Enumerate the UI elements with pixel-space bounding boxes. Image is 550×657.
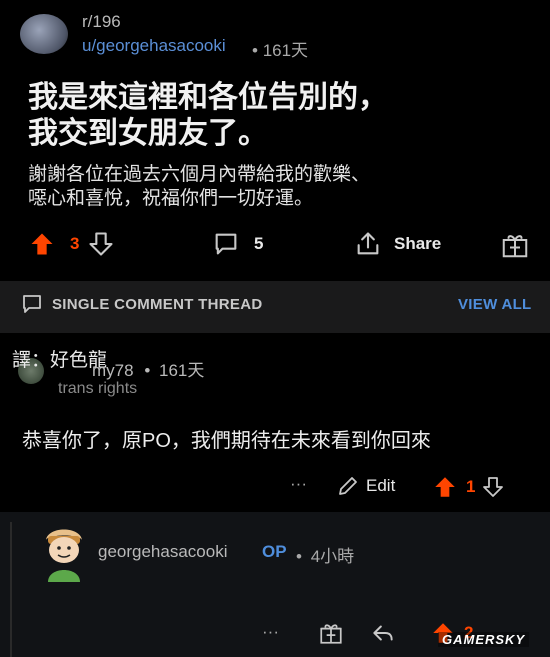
gift-award-icon — [500, 230, 530, 260]
age-separator: • — [144, 361, 151, 380]
comments-button[interactable]: 5 — [212, 230, 263, 258]
post-age: • 161天 — [252, 36, 308, 61]
edit-button[interactable]: Edit — [336, 474, 395, 498]
edit-label: Edit — [366, 476, 396, 495]
reply-age-value: 4小時 — [310, 547, 355, 566]
upvote-arrow-icon[interactable] — [432, 474, 458, 500]
comment-vote-controls: 1 — [432, 474, 505, 500]
comment-count: 5 — [254, 234, 264, 253]
reply-author[interactable]: georgehasacooki — [98, 542, 227, 562]
comment-bubble-icon — [212, 230, 240, 258]
share-button[interactable]: Share — [354, 230, 441, 258]
comment-age: 161天 — [159, 361, 205, 380]
user-flair: trans rights — [58, 380, 138, 397]
gift-award-icon — [318, 620, 344, 646]
reply-award-button[interactable] — [318, 620, 344, 646]
post-age-value: 161天 — [262, 41, 309, 60]
thread-label: SINGLE COMMENT THREAD — [52, 296, 263, 313]
more-options-icon: ··· — [290, 474, 307, 493]
post-author[interactable]: u/georgehasacooki — [82, 36, 226, 56]
downvote-arrow-icon[interactable] — [481, 475, 505, 499]
comment-score: 1 — [466, 477, 476, 496]
more-options-icon: ··· — [262, 622, 279, 641]
age-separator: • — [252, 41, 258, 60]
comment-body: 恭喜你了，原PO，我們期待在未來看到你回來 — [22, 430, 431, 452]
post-title[interactable]: 我是來這裡和各位告別的， 我交到女朋友了。 — [28, 80, 528, 152]
comment-thread-icon — [20, 292, 44, 316]
subreddit-name[interactable]: r/196 — [82, 12, 121, 32]
comment-author-name: my78 — [92, 361, 134, 380]
age-separator: • — [296, 547, 302, 566]
vote-controls: 3 — [28, 230, 115, 258]
downvote-arrow-icon[interactable] — [87, 230, 115, 258]
post-body-line: 謝謝各位在過去六個月內帶給我的歡樂、 — [28, 164, 371, 185]
watermark: GAMERSKY — [438, 632, 530, 647]
post-title-line: 我交到女朋友了。 — [28, 117, 268, 150]
award-button[interactable] — [500, 230, 530, 260]
upvote-arrow-icon[interactable] — [28, 230, 56, 258]
share-label: Share — [394, 234, 442, 253]
reply-more-options-button[interactable]: ··· — [262, 622, 279, 642]
reply-arrow-icon — [370, 620, 396, 646]
comment-author[interactable]: my78 • 161天 — [92, 356, 204, 381]
reply-button[interactable] — [370, 620, 396, 646]
post-score: 3 — [70, 234, 80, 253]
post-title-line: 我是來這裡和各位告別的， — [28, 81, 388, 114]
reply-age: • 4小時 — [296, 542, 354, 567]
op-badge: OP — [262, 542, 287, 561]
view-all-button[interactable]: VIEW ALL — [458, 296, 532, 313]
op-avatar[interactable] — [40, 522, 88, 582]
post-body-line: 噁心和喜悅，祝福你們一切好運。 — [28, 188, 314, 209]
pencil-icon — [336, 474, 360, 498]
more-options-button[interactable]: ··· — [290, 474, 307, 494]
author-avatar[interactable] — [20, 14, 68, 54]
share-icon — [354, 230, 382, 258]
post-body: 謝謝各位在過去六個月內帶給我的歡樂、 噁心和喜悅，祝福你們一切好運。 — [28, 163, 528, 211]
thread-line[interactable] — [10, 522, 12, 657]
